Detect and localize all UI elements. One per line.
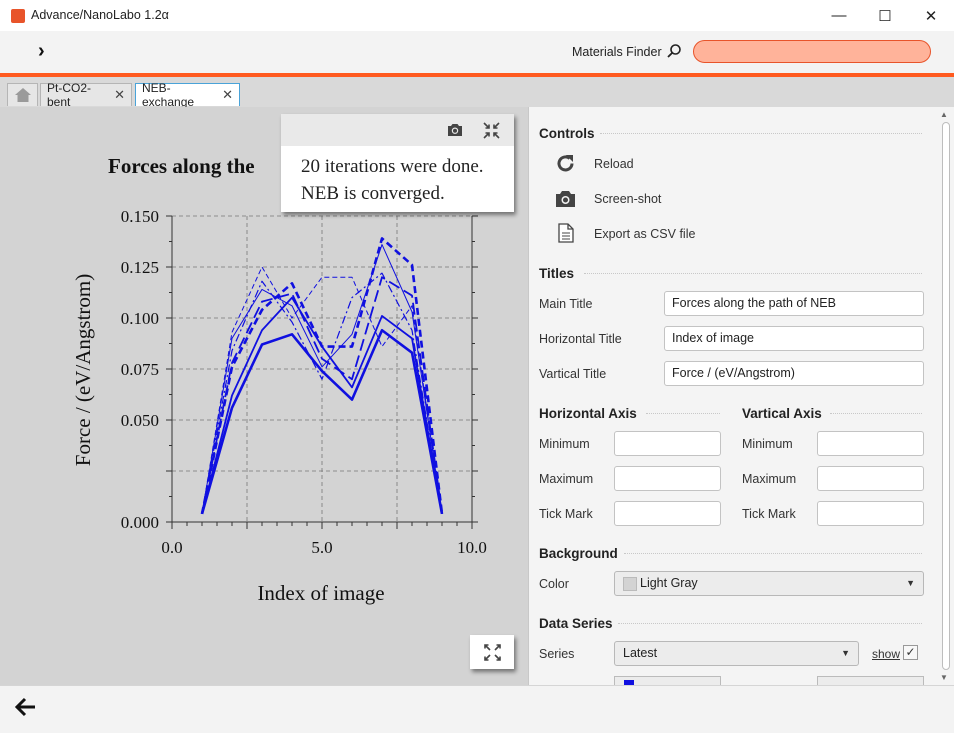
h-minimum-label: Minimum <box>539 437 590 451</box>
horizontal-axis-heading: Horizontal Axis <box>539 406 637 421</box>
y-tick-label: 0.050 <box>121 411 159 430</box>
search-icon[interactable] <box>666 43 682 59</box>
y-tick-label: 0.150 <box>121 207 159 226</box>
v-tick-mark-label: Tick Mark <box>742 507 796 521</box>
section-divider <box>830 413 922 414</box>
tab-neb-exchange[interactable]: NEB-exchange ✕ <box>135 81 240 109</box>
v-minimum-label: Minimum <box>742 437 793 451</box>
series-label: Series <box>539 647 575 661</box>
back-arrow-icon[interactable] <box>13 694 39 720</box>
main-title-label: Main Title <box>539 297 593 311</box>
tab-home[interactable] <box>7 83 38 106</box>
v-maximum-label: Maximum <box>742 472 797 486</box>
materials-finder-input[interactable] <box>693 40 931 63</box>
section-divider <box>618 623 922 624</box>
camera-icon[interactable] <box>555 190 576 208</box>
close-button[interactable]: ✕ <box>908 0 954 31</box>
fullscreen-button[interactable] <box>470 635 514 669</box>
h-tick-mark-label: Tick Mark <box>539 507 593 521</box>
document-icon[interactable] <box>558 223 574 243</box>
materials-finder-label: Materials Finder <box>572 45 662 59</box>
expand-menu-button[interactable]: › <box>38 40 45 63</box>
x-tick-label: 5.0 <box>311 538 332 557</box>
h-maximum-input[interactable] <box>614 466 721 491</box>
reload-button[interactable]: Reload <box>594 157 634 171</box>
x-tick-label: 0.0 <box>161 538 182 557</box>
section-divider <box>646 413 720 414</box>
horizontal-title-label: Horizontal Title <box>539 332 622 346</box>
reload-icon[interactable] <box>555 153 576 174</box>
chart-title: Forces along the <box>108 154 255 178</box>
screenshot-button[interactable]: Screen-shot <box>594 192 661 206</box>
h-maximum-label: Maximum <box>539 472 594 486</box>
bottom-bar <box>0 685 954 733</box>
main-title-input[interactable]: Forces along the path of NEB <box>664 291 924 316</box>
y-tick-label: 0.100 <box>121 309 159 328</box>
controls-heading: Controls <box>539 126 595 141</box>
scroll-up-icon[interactable]: ▲ <box>940 110 948 119</box>
horizontal-title-input[interactable]: Index of image <box>664 326 924 351</box>
scrollbar-thumb[interactable] <box>942 122 950 670</box>
collapse-icon[interactable] <box>483 122 500 139</box>
h-tick-mark-input[interactable] <box>614 501 721 526</box>
h-minimum-input[interactable] <box>614 431 721 456</box>
y-tick-label: 0.075 <box>121 360 159 379</box>
home-icon <box>14 88 31 102</box>
color-swatch <box>623 577 637 591</box>
background-color-value: Light Gray <box>640 576 698 590</box>
section-divider <box>624 553 922 554</box>
tab-label: Pt-CO2-bent <box>47 81 92 109</box>
y-tick-label: 0.125 <box>121 258 159 277</box>
background-heading: Background <box>539 546 618 561</box>
camera-icon[interactable] <box>446 122 464 138</box>
vertical-title-label: Vartical Title <box>539 367 607 381</box>
app-logo-icon <box>11 9 25 23</box>
tab-pt-co2-bent[interactable]: Pt-CO2-bent ✕ <box>40 81 132 109</box>
vertical-axis-heading: Vartical Axis <box>742 406 822 421</box>
section-divider <box>584 273 922 274</box>
export-csv-button[interactable]: Export as CSV file <box>594 227 695 241</box>
scroll-down-icon[interactable]: ▼ <box>940 673 948 682</box>
chevron-down-icon: ▼ <box>841 648 850 658</box>
series-style-select[interactable] <box>817 676 924 685</box>
popup-message-iterations: 20 iterations were done. <box>301 156 484 177</box>
series-value: Latest <box>623 646 658 660</box>
tab-label: NEB-exchange <box>142 81 195 109</box>
series-color-select[interactable] <box>614 676 721 685</box>
v-tick-mark-input[interactable] <box>817 501 924 526</box>
popup-message-converged: NEB is converged. <box>301 183 445 204</box>
settings-pane <box>528 107 939 685</box>
background-color-label: Color <box>539 577 569 591</box>
chevron-down-icon: ▼ <box>906 578 915 588</box>
popup-header <box>281 114 514 146</box>
y-tick-label: 0.000 <box>121 513 159 532</box>
x-axis-label: Index of image <box>257 581 384 605</box>
x-tick-label: 10.0 <box>457 538 487 557</box>
window-title: Advance/NanoLabo 1.2α <box>31 8 169 22</box>
expand-icon <box>483 643 501 661</box>
close-tab-icon[interactable]: ✕ <box>114 87 125 103</box>
section-divider <box>600 133 922 134</box>
maximize-button[interactable]: ☐ <box>862 0 908 31</box>
y-axis-label: Force / (eV/Angstrom) <box>71 274 95 466</box>
v-maximum-input[interactable] <box>817 466 924 491</box>
show-series-label[interactable]: show <box>872 647 900 661</box>
background-color-select[interactable]: Light Gray ▼ <box>614 571 924 596</box>
titles-heading: Titles <box>539 266 575 281</box>
vertical-title-input[interactable]: Force / (eV/Angstrom) <box>664 361 924 386</box>
show-series-checkbox[interactable]: ✓ <box>903 645 918 660</box>
series-select[interactable]: Latest ▼ <box>614 641 859 666</box>
close-tab-icon[interactable]: ✕ <box>222 87 233 103</box>
v-minimum-input[interactable] <box>817 431 924 456</box>
minimize-button[interactable]: — <box>816 0 862 31</box>
data-series-heading: Data Series <box>539 616 613 631</box>
